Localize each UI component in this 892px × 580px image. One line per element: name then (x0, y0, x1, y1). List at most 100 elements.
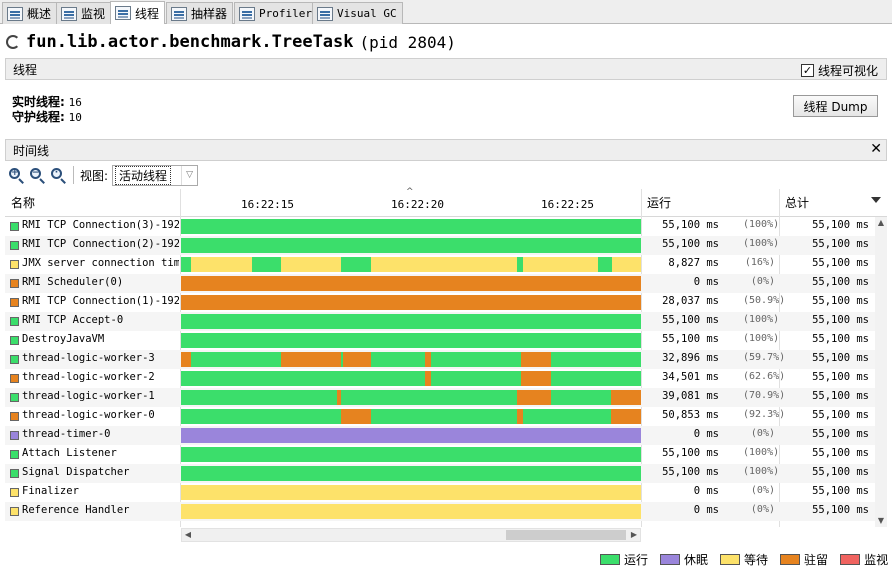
vertical-scrollbar[interactable]: ▲ ▼ (875, 217, 887, 527)
scroll-left-icon[interactable]: ◀ (182, 529, 194, 541)
view-select[interactable]: 活动线程 ▽ (112, 164, 199, 186)
running-time: 0 ms (693, 428, 719, 440)
thread-state-swatch (10, 507, 19, 516)
scrollbar-thumb[interactable] (506, 530, 626, 540)
table-row[interactable]: Reference Handler 0 ms (0%) 55,100 ms (5, 502, 881, 521)
tab-profiler[interactable]: Profiler (234, 2, 318, 24)
table-row[interactable]: JMX server connection timeout 8,827 ms (16… (5, 255, 881, 274)
running-time: 55,100 ms (662, 466, 719, 478)
scroll-up-icon[interactable]: ▲ (875, 217, 887, 229)
tab-monitor[interactable]: 监视 (56, 2, 112, 24)
thread-name: RMI TCP Connection(3)-192.168 (22, 219, 179, 231)
table-row[interactable]: RMI TCP Connection(2)-192.168 55,100 ms (1… (5, 236, 881, 255)
running-percent: (100%) (743, 219, 780, 230)
table-row[interactable]: Signal Dispatcher 55,100 ms (100%) 55,100 m… (5, 464, 881, 483)
thread-state-swatch (10, 222, 19, 231)
table-row[interactable]: thread-logic-worker-0 50,853 ms (92.3%) 55,… (5, 407, 881, 426)
thread-dump-button[interactable]: 线程 Dump (793, 95, 878, 117)
total-time: 55,100 ms (812, 314, 869, 326)
threads-section-label: 线程 (13, 62, 38, 77)
thread-name: thread-logic-worker-3 (22, 352, 155, 364)
timeline-segment-wait (181, 485, 641, 500)
timeline-segment-running (181, 238, 641, 253)
thread-state-swatch (10, 279, 19, 288)
tab-label: 概述 (27, 7, 52, 21)
thread-timeline (181, 371, 641, 386)
visualize-label: 线程可视化 (817, 64, 878, 78)
scroll-down-icon[interactable]: ▼ (875, 515, 887, 527)
thread-state-swatch (10, 431, 19, 440)
timeline-segment-running (522, 409, 612, 424)
table-row[interactable]: RMI TCP Accept-0 55,100 ms (100%) 55,100 ms (5, 312, 881, 331)
visualize-threads-toggle[interactable]: ✓ 线程可视化 (800, 62, 878, 79)
thread-state-swatch (10, 469, 19, 478)
legend-item-wait: 等待 (720, 551, 768, 568)
daemon-threads-value: 10 (68, 111, 82, 124)
time-tick-label: 16:22:25 (541, 198, 594, 211)
thread-timeline (181, 238, 641, 253)
thread-timeline (181, 314, 641, 329)
timeline-segment-running (550, 390, 612, 405)
toolbar-separator (73, 166, 74, 184)
table-row[interactable]: thread-logic-worker-3 32,896 ms (59.7%) 55,… (5, 350, 881, 369)
tab-sampler[interactable]: 抽样器 (166, 2, 234, 24)
overview-icon (7, 6, 23, 21)
column-header-running[interactable]: 运行 (647, 189, 671, 216)
total-time: 55,100 ms (812, 485, 869, 497)
zoom-out-icon[interactable]: − (29, 167, 46, 184)
table-row[interactable]: RMI TCP Connection(3)-192.168 55,100 ms (1… (5, 217, 881, 236)
zoom-in-icon[interactable]: + (8, 167, 25, 184)
timeline-segment-running (370, 352, 426, 367)
timeline-segment-running (550, 371, 641, 386)
total-time: 55,100 ms (812, 352, 869, 364)
timeline-segment-running (181, 466, 641, 481)
table-row[interactable]: Finalizer 0 ms (0%) 55,100 ms (5, 483, 881, 502)
table-row[interactable]: DestroyJavaVM 55,100 ms (100%) 55,100 ms (5, 331, 881, 350)
table-row[interactable]: thread-logic-worker-1 39,081 ms (70.9%) 55,… (5, 388, 881, 407)
timeline-segment-park (516, 390, 552, 405)
timeline-segment-park (181, 276, 641, 291)
tab-visual-gc[interactable]: Visual GC (312, 2, 403, 24)
table-row[interactable]: RMI Scheduler(0) 0 ms (0%) 55,100 ms (5, 274, 881, 293)
legend-swatch (660, 553, 681, 565)
column-header-name[interactable]: 名称 (11, 189, 35, 216)
threads-section-header: 线程 ✓ 线程可视化 (5, 58, 887, 80)
thread-timeline (181, 390, 641, 405)
thread-timeline (181, 466, 641, 481)
horizontal-scrollbar[interactable]: ◀ ▶ (181, 528, 641, 542)
total-time: 55,100 ms (812, 238, 869, 250)
monitor-chart-icon (61, 6, 77, 21)
close-icon[interactable]: ✕ (870, 141, 882, 157)
sort-dropdown-icon[interactable] (871, 197, 881, 203)
running-time: 0 ms (693, 504, 719, 516)
table-row[interactable]: Attach Listener 55,100 ms (100%) 55,100 ms (5, 445, 881, 464)
table-row[interactable]: thread-logic-worker-2 34,501 ms (62.6%) 55,… (5, 369, 881, 388)
live-threads-label: 实时线程: (12, 95, 65, 109)
view-label: 视图: (80, 168, 109, 183)
thread-name: JMX server connection timeout (22, 257, 179, 269)
legend-swatch (720, 553, 741, 565)
zoom-fit-icon[interactable]: · (50, 167, 67, 184)
timeline-segment-running (191, 352, 282, 367)
tab-threads[interactable]: 线程 (110, 1, 166, 24)
table-row[interactable]: thread-timer-0 0 ms (0%) 55,100 ms (5, 426, 881, 445)
timeline-segment-wait (280, 257, 342, 272)
running-percent: (0%) (750, 504, 775, 515)
timeline-segment-running (181, 314, 641, 329)
running-percent: (92.3%) (743, 409, 786, 420)
visualize-checkbox[interactable]: ✓ (800, 64, 814, 77)
running-percent: (62.6%) (743, 371, 786, 382)
timeline-segment-park (181, 295, 641, 310)
total-time: 55,100 ms (812, 504, 869, 516)
table-row[interactable]: RMI TCP Connection(1)-192.168 28,037 ms (5… (5, 293, 881, 312)
column-header-total[interactable]: 总计 (785, 189, 809, 216)
loading-spinner-icon (6, 35, 20, 49)
scroll-right-icon[interactable]: ▶ (628, 529, 640, 541)
running-percent: (16%) (744, 257, 775, 268)
thread-name: Finalizer (22, 485, 79, 497)
legend-label: 等待 (744, 552, 769, 567)
tab-overview[interactable]: 概述 (2, 2, 58, 24)
timeline-segment-running (430, 371, 522, 386)
timeline-segment-running (598, 257, 613, 272)
running-percent: (0%) (750, 485, 775, 496)
